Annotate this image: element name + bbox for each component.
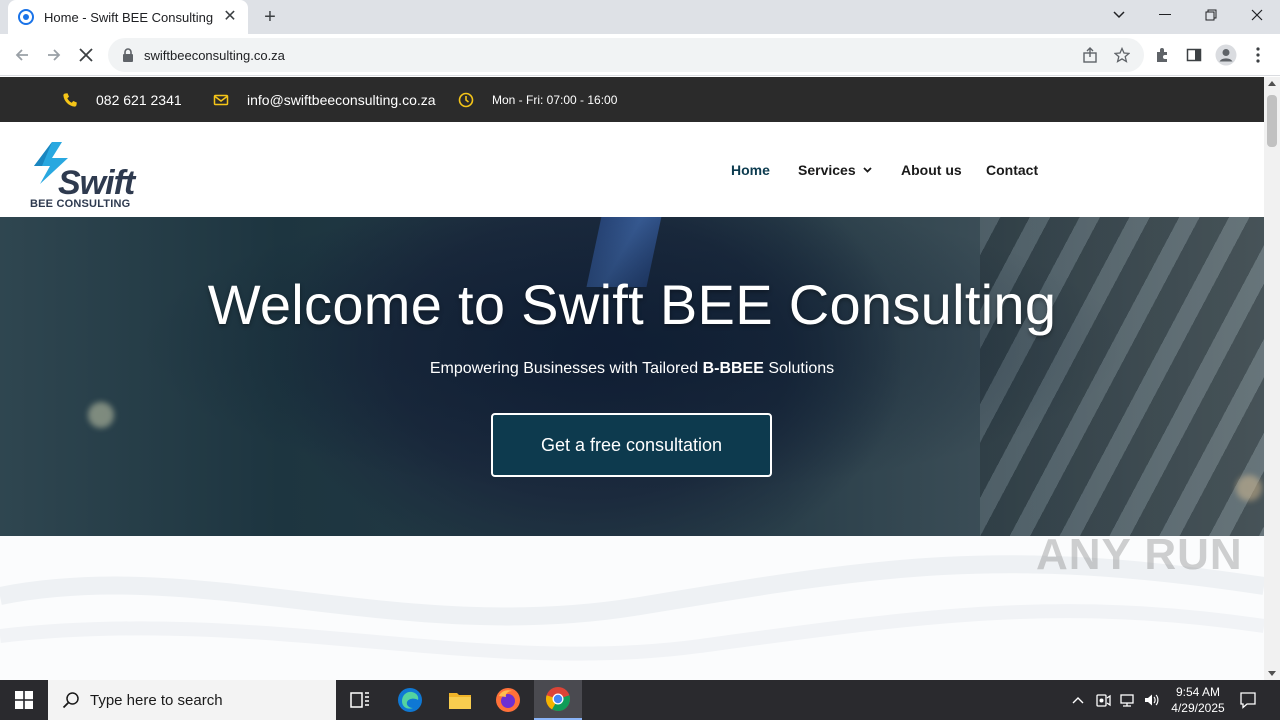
nav-services[interactable]: Services xyxy=(798,122,872,217)
task-view-icon[interactable] xyxy=(336,680,384,720)
page-scrollbar[interactable] xyxy=(1264,77,1280,680)
search-placeholder: Type here to search xyxy=(90,691,223,709)
side-panel-icon[interactable] xyxy=(1182,43,1206,67)
browser-tab-bar: Home - Swift BEE Consulting ✕ + xyxy=(0,0,1280,34)
url-text: swiftbeeconsulting.co.za xyxy=(144,47,285,63)
hero-banner: Welcome to Swift BEE Consulting Empoweri… xyxy=(0,217,1264,536)
system-clock[interactable]: 9:54 AM 4/29/2025 xyxy=(1162,684,1234,716)
hero-subtitle-bold: B-BBEE xyxy=(702,360,764,377)
close-window-icon[interactable] xyxy=(1234,0,1280,30)
firefox-icon[interactable] xyxy=(484,680,532,720)
windows-start-icon[interactable] xyxy=(0,680,48,720)
share-icon[interactable] xyxy=(1076,38,1104,72)
hero-light-decoration xyxy=(1236,475,1262,501)
email-contact[interactable]: info@swiftbeeconsulting.co.za xyxy=(213,77,436,122)
clock-date: 4/29/2025 xyxy=(1171,701,1225,715)
hero-title: Welcome to Swift BEE Consulting xyxy=(207,273,1057,336)
hero-subtitle: Empowering Businesses with Tailored B-BB… xyxy=(0,360,1264,378)
file-explorer-icon[interactable] xyxy=(436,680,484,720)
watermark-text: ANY RUN xyxy=(1036,530,1243,579)
contact-top-bar: 082 621 2341 info@swiftbeeconsulting.co.… xyxy=(0,77,1264,122)
nav-home[interactable]: Home xyxy=(731,122,770,217)
tab-close-icon[interactable]: ✕ xyxy=(222,9,238,25)
logo-subtitle: BEE CONSULTING xyxy=(30,198,131,210)
address-bar[interactable]: swiftbeeconsulting.co.za xyxy=(108,38,1144,72)
minimize-icon[interactable] xyxy=(1142,0,1188,30)
tab-search-icon[interactable] xyxy=(1096,0,1142,30)
taskbar-search-box[interactable]: Type here to search xyxy=(48,680,336,720)
meet-now-icon[interactable] xyxy=(1092,680,1114,720)
nav-home-label: Home xyxy=(731,161,770,178)
envelope-icon xyxy=(213,94,229,105)
nav-about-label: About us xyxy=(901,161,962,178)
swift-logo-mark: Swift xyxy=(34,142,138,202)
new-tab-button[interactable]: + xyxy=(258,6,282,28)
bookmark-star-icon[interactable] xyxy=(1108,38,1136,72)
restore-icon[interactable] xyxy=(1188,0,1234,30)
site-header: Swift BEE CONSULTING Home Services About… xyxy=(0,122,1264,217)
hero-subtitle-prefix: Empowering Businesses with Tailored xyxy=(429,360,703,377)
nav-services-label: Services xyxy=(798,161,856,178)
chevron-down-icon xyxy=(862,166,872,173)
page-viewport: 082 621 2341 info@swiftbeeconsulting.co.… xyxy=(0,77,1264,680)
notifications-icon[interactable] xyxy=(1236,680,1260,720)
browser-toolbar: swiftbeeconsulting.co.za xyxy=(0,34,1280,76)
nav-contact-label: Contact xyxy=(986,161,1039,178)
stop-loading-icon[interactable] xyxy=(74,43,98,67)
scroll-down-icon[interactable] xyxy=(1268,671,1276,676)
logo-wordmark: Swift xyxy=(58,164,137,200)
back-icon[interactable] xyxy=(10,43,34,67)
forward-icon[interactable] xyxy=(42,43,66,67)
extensions-icon[interactable] xyxy=(1150,43,1174,67)
hero-light-decoration xyxy=(88,402,114,428)
nav-about[interactable]: About us xyxy=(901,122,962,217)
search-icon xyxy=(62,692,79,709)
hero-subtitle-suffix: Solutions xyxy=(763,360,835,377)
site-favicon-icon xyxy=(18,9,34,25)
network-icon[interactable] xyxy=(1116,680,1138,720)
clock-time: 9:54 AM xyxy=(1175,685,1221,699)
phone-icon xyxy=(63,92,77,107)
windows-taskbar: Type here to search 9:54 AM 4/29/2025 xyxy=(0,680,1280,720)
business-hours: Mon - Fri: 07:00 - 16:00 xyxy=(458,77,617,122)
scrollbar-thumb[interactable] xyxy=(1267,95,1277,147)
chrome-icon[interactable] xyxy=(534,680,582,720)
profile-avatar-icon[interactable] xyxy=(1214,43,1238,67)
clock-icon xyxy=(458,92,474,107)
scroll-up-icon[interactable] xyxy=(1268,81,1276,86)
lock-icon xyxy=(123,48,133,62)
menu-kebab-icon[interactable] xyxy=(1246,43,1270,67)
free-consultation-button[interactable]: Get a free consultation xyxy=(491,413,772,477)
anyrun-watermark: ANY RUN xyxy=(1036,530,1243,580)
volume-icon[interactable] xyxy=(1140,680,1162,720)
tab-title: Home - Swift BEE Consulting xyxy=(44,9,214,25)
phone-contact[interactable]: 082 621 2341 xyxy=(62,77,182,122)
edge-browser-icon[interactable] xyxy=(386,680,434,720)
hours-text: Mon - Fri: 07:00 - 16:00 xyxy=(492,92,618,107)
phone-number: 082 621 2341 xyxy=(96,91,182,108)
show-hidden-icons-chevron-icon[interactable] xyxy=(1068,680,1088,720)
nav-contact[interactable]: Contact xyxy=(986,122,1038,217)
browser-tab[interactable]: Home - Swift BEE Consulting ✕ xyxy=(8,0,248,34)
email-address: info@swiftbeeconsulting.co.za xyxy=(247,91,436,108)
site-logo[interactable]: Swift BEE CONSULTING xyxy=(28,140,140,210)
